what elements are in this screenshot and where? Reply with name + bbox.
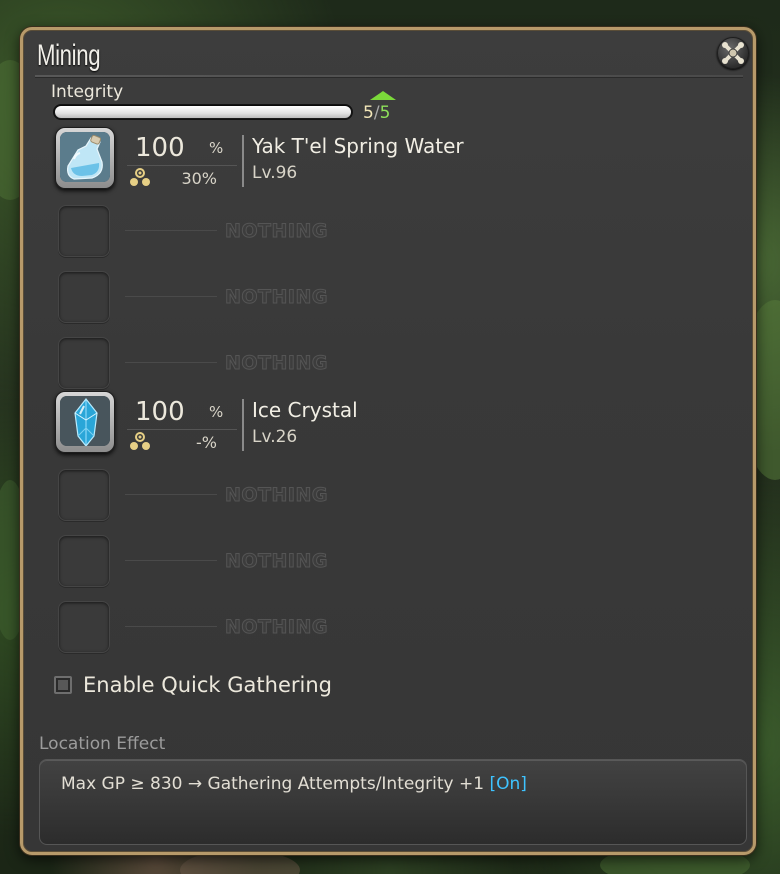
location-effect-label: Location Effect bbox=[39, 734, 166, 754]
gathering-chance: 100 bbox=[135, 397, 185, 427]
gathering-slot-6: NOTHING bbox=[55, 463, 735, 529]
location-effect-box: Max GP ≥ 830 → Gathering Attempts/Integr… bbox=[39, 759, 747, 845]
empty-slot-box bbox=[58, 205, 110, 257]
empty-slot-box bbox=[58, 469, 110, 521]
integrity-count: 5/5 bbox=[363, 103, 390, 123]
up-arrow-icon bbox=[370, 91, 396, 100]
gathering-chance-unit: % bbox=[209, 139, 224, 157]
integrity-current: 5 bbox=[363, 103, 374, 123]
item-level: Lv.26 bbox=[252, 427, 298, 447]
gathering-slot-2: NOTHING bbox=[55, 199, 735, 265]
empty-slot-box bbox=[58, 337, 110, 389]
empty-slot-line bbox=[125, 362, 217, 363]
item-divider bbox=[242, 399, 244, 451]
stat-divider bbox=[127, 429, 237, 430]
quick-gathering-checkbox[interactable] bbox=[54, 676, 72, 694]
empty-slot-box bbox=[58, 535, 110, 587]
item-name: Ice Crystal bbox=[252, 398, 358, 422]
integrity-max: 5 bbox=[379, 103, 391, 123]
item-divider bbox=[242, 135, 244, 187]
gathering-slot-1[interactable]: 100 % 30% Yak T'el Spring Water Lv.96 bbox=[55, 127, 735, 193]
ice-crystal-icon bbox=[60, 396, 110, 446]
empty-slot-label: NOTHING bbox=[225, 286, 328, 309]
item-icon-frame[interactable] bbox=[55, 127, 115, 189]
empty-slot-label: NOTHING bbox=[225, 220, 328, 243]
location-effect-status: [On] bbox=[489, 774, 527, 794]
gathering-slot-7: NOTHING bbox=[55, 529, 735, 595]
gathering-slot-5[interactable]: 100 % -% Ice Crystal Lv.26 bbox=[55, 391, 735, 457]
hq-chance-icon bbox=[130, 432, 150, 450]
empty-slot-line bbox=[125, 494, 217, 495]
empty-slot-box bbox=[58, 601, 110, 653]
item-icon-frame[interactable] bbox=[55, 391, 115, 453]
empty-slot-label: NOTHING bbox=[225, 352, 328, 375]
empty-slot-line bbox=[125, 560, 217, 561]
integrity-bar-fill bbox=[55, 106, 351, 118]
close-button[interactable] bbox=[717, 37, 749, 69]
gathering-slot-3: NOTHING bbox=[55, 265, 735, 331]
gathering-chance: 100 bbox=[135, 133, 185, 163]
gathering-slot-8: NOTHING bbox=[55, 595, 735, 661]
item-name: Yak T'el Spring Water bbox=[252, 134, 464, 158]
close-ornament-icon bbox=[722, 42, 744, 64]
integrity-bar bbox=[53, 104, 353, 120]
mining-window: Mining Integrity 5/5 100 % 30% Yak T'el … bbox=[20, 27, 756, 855]
item-level: Lv.96 bbox=[252, 163, 298, 183]
gathering-slot-4: NOTHING bbox=[55, 331, 735, 397]
empty-slot-line bbox=[125, 626, 217, 627]
empty-slot-line bbox=[125, 230, 217, 231]
hq-chance-icon bbox=[130, 168, 150, 186]
empty-slot-label: NOTHING bbox=[225, 484, 328, 507]
location-effect-text: Max GP ≥ 830 → Gathering Attempts/Integr… bbox=[61, 774, 527, 794]
hq-chance-value: -% bbox=[196, 433, 217, 452]
gathering-chance-unit: % bbox=[209, 403, 224, 421]
quick-gathering-label[interactable]: Enable Quick Gathering bbox=[83, 673, 332, 697]
stat-divider bbox=[127, 165, 237, 166]
empty-slot-label: NOTHING bbox=[225, 616, 328, 639]
empty-slot-box bbox=[58, 271, 110, 323]
integrity-label: Integrity bbox=[51, 82, 124, 102]
hq-chance-value: 30% bbox=[181, 169, 217, 188]
window-title: Mining bbox=[37, 39, 101, 72]
empty-slot-line bbox=[125, 296, 217, 297]
location-effect-description: Max GP ≥ 830 → Gathering Attempts/Integr… bbox=[61, 774, 485, 794]
bottle-icon bbox=[60, 132, 110, 182]
empty-slot-label: NOTHING bbox=[225, 550, 328, 573]
title-divider bbox=[35, 75, 743, 78]
